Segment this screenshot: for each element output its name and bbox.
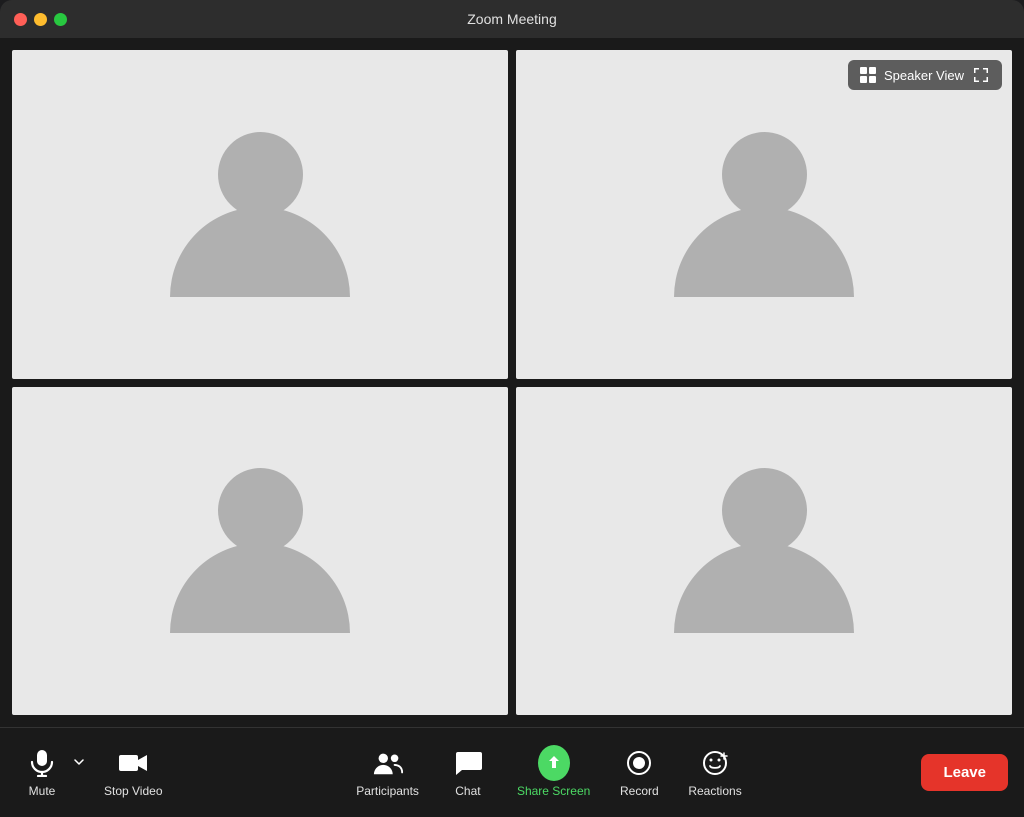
traffic-lights: [14, 13, 67, 26]
chat-label: Chat: [455, 784, 480, 798]
close-button[interactable]: [14, 13, 27, 26]
maximize-button[interactable]: [54, 13, 67, 26]
camera-icon: [117, 747, 149, 779]
avatar-head-3: [218, 468, 303, 553]
minimize-button[interactable]: [34, 13, 47, 26]
avatar-head-1: [218, 132, 303, 217]
speaker-view-button[interactable]: Speaker View: [848, 60, 1002, 90]
speaker-view-label: Speaker View: [884, 68, 964, 83]
expand-icon: [972, 66, 990, 84]
mute-chevron[interactable]: [68, 759, 90, 787]
microphone-icon: [26, 747, 58, 779]
stop-video-button[interactable]: Stop Video: [90, 741, 177, 804]
video-area: Speaker View: [0, 38, 1024, 727]
reactions-label: Reactions: [688, 784, 741, 798]
toolbar-center: Participants Chat Share Screen: [177, 741, 922, 804]
reactions-button[interactable]: Reactions: [674, 741, 755, 804]
participants-button[interactable]: Participants: [342, 741, 433, 804]
toolbar: Mute Stop Video: [0, 727, 1024, 817]
avatar-placeholder-3: [170, 468, 350, 633]
avatar-head-2: [722, 132, 807, 217]
share-screen-label: Share Screen: [517, 784, 590, 798]
stop-video-label: Stop Video: [104, 784, 163, 798]
record-label: Record: [620, 784, 659, 798]
participants-label: Participants: [356, 784, 419, 798]
chat-icon: [452, 747, 484, 779]
avatar-placeholder-4: [674, 468, 854, 633]
share-screen-icon: [538, 747, 570, 779]
avatar-head-4: [722, 468, 807, 553]
video-tile-4: [516, 387, 1012, 716]
leave-button[interactable]: Leave: [921, 754, 1008, 791]
avatar-placeholder-1: [170, 132, 350, 297]
window-title: Zoom Meeting: [467, 11, 556, 27]
video-tile-3: [12, 387, 508, 716]
share-screen-button[interactable]: Share Screen: [503, 741, 604, 804]
title-bar: Zoom Meeting: [0, 0, 1024, 38]
mute-label: Mute: [29, 784, 56, 798]
reactions-icon: [699, 747, 731, 779]
record-icon: [623, 747, 655, 779]
avatar-placeholder-2: [674, 132, 854, 297]
avatar-body-1: [170, 207, 350, 297]
avatar-body-2: [674, 207, 854, 297]
mute-group: Mute: [16, 741, 90, 804]
video-tile-2: [516, 50, 1012, 379]
video-tile-1: [12, 50, 508, 379]
chat-button[interactable]: Chat: [433, 741, 503, 804]
record-button[interactable]: Record: [604, 741, 674, 804]
share-screen-circle: [538, 745, 570, 781]
avatar-body-4: [674, 543, 854, 633]
avatar-body-3: [170, 543, 350, 633]
mute-button[interactable]: Mute: [16, 741, 68, 804]
participants-icon: [372, 747, 404, 779]
grid-icon: [860, 67, 876, 83]
